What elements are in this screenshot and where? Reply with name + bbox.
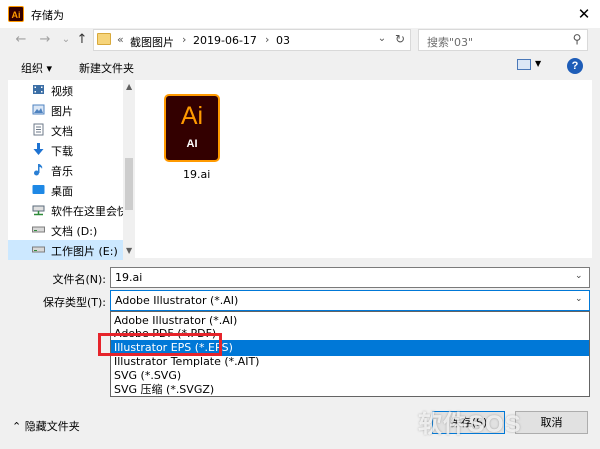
search-box[interactable]: 搜索"03" ⚲ [418,29,588,51]
scroll-up-arrow[interactable]: ▲ [126,82,132,91]
sidebar-item-drive-d[interactable]: 文档 (D:) [8,220,123,240]
recent-locations-button[interactable]: ⌄ [58,32,74,48]
download-icon [32,143,45,156]
sidebar-item-downloads[interactable]: 下载 [8,140,123,160]
filename-label: 文件名(N): [52,273,106,286]
view-options-icon[interactable] [517,59,531,70]
scrollbar-thumb[interactable] [125,158,133,210]
video-icon [32,83,45,96]
window-title: 存储为 [31,9,64,22]
sidebar-item-label: 视频 [51,85,73,98]
dropdown-option[interactable]: SVG 压缩 (*.SVGZ) [111,382,589,398]
address-bar[interactable]: « 截图图片 › 2019-06-17 › 03 ⌄ ↻ [93,29,411,51]
drive-icon [32,223,45,236]
sidebar-item-documents[interactable]: 文档 [8,120,123,140]
desktop-icon [32,183,45,196]
breadcrumb-item[interactable]: 截图图片 [130,34,174,50]
sidebar-item-label: 文档 [51,125,73,138]
ai-file-icon[interactable]: Ai AI [164,94,220,162]
scroll-down-arrow[interactable]: ▼ [126,246,132,255]
network-drive-icon [32,203,45,216]
save-type-select[interactable]: Adobe Illustrator (*.AI) ⌄ [110,290,590,311]
view-dropdown-icon[interactable]: ▼ [535,59,541,68]
breadcrumb-item[interactable]: 2019-06-17 [193,34,257,47]
sidebar-item-label: 下载 [51,145,73,158]
sidebar-item-music[interactable]: 音乐 [8,160,123,180]
address-dropdown-button[interactable]: ⌄ [374,33,390,44]
sidebar-item-label: 工作图片 (E:) [51,245,118,258]
watermark: 软件SOS [418,411,522,438]
back-button[interactable]: ← [13,32,29,48]
ai-file-icon-subtext: AI [186,138,198,150]
sidebar-item-label: 软件在这里会快 [51,205,128,218]
search-icon[interactable]: ⚲ [569,32,585,48]
sidebar-item-pictures[interactable]: 图片 [8,100,123,120]
music-icon [32,163,45,176]
hide-folders-label: 隐藏文件夹 [24,420,80,433]
organize-menu[interactable]: 组织 ▾ [21,60,52,76]
documents-icon [32,123,45,136]
title-bar: Ai 存储为 ✕ [0,0,600,28]
new-folder-button[interactable]: 新建文件夹 [79,60,134,76]
sidebar-item-videos[interactable]: 视频 [8,80,123,100]
sidebar-item-label: 桌面 [51,185,73,198]
sidebar-item-label: 图片 [51,105,73,118]
up-folder-button[interactable]: ↑ [74,32,90,48]
close-button[interactable]: ✕ [574,4,594,24]
illustrator-app-icon: Ai [8,6,24,22]
save-type-label: 保存类型(T): [42,296,106,309]
breadcrumb-separator[interactable]: › [182,33,186,46]
sidebar-item-drive-e[interactable]: 工作图片 (E:) [8,240,123,260]
help-icon[interactable]: ? [567,58,583,74]
sidebar-item-label: 文档 (D:) [51,225,98,238]
save-type-value[interactable]: Adobe Illustrator (*.AI) [115,294,238,307]
filename-input[interactable]: 19.ai [115,271,142,284]
command-toolbar: 组织 ▾ 新建文件夹 ▼ ? [0,56,600,78]
filename-field[interactable]: 19.ai ⌄ [110,267,590,288]
chevron-down-icon[interactable]: ⌄ [575,294,583,304]
sidebar-item-network-drive[interactable]: 软件在这里会快 [8,200,128,220]
chevron-up-icon: ⌃ [12,420,22,433]
navigation-pane: 视频 图片 文档 下载 音乐 桌面 软件在这里会快 文档 (D:) 工作图片 (… [8,80,135,260]
breadcrumb-separator[interactable]: › [265,33,269,46]
chevron-down-icon[interactable]: ⌄ [575,271,583,281]
file-name-label[interactable]: 19.ai [183,168,210,181]
breadcrumb-item[interactable]: 03 [276,34,290,47]
annotation-highlight-box [98,333,222,356]
drive-icon [32,243,45,256]
forward-button[interactable]: → [37,32,53,48]
sidebar-item-label: 音乐 [51,165,73,178]
ai-file-icon-text: Ai [180,102,204,130]
hide-folders-toggle[interactable]: ⌃ 隐藏文件夹 [12,418,80,434]
refresh-icon[interactable]: ↻ [392,32,408,46]
search-input[interactable]: 搜索"03" [427,34,473,50]
sidebar-item-desktop[interactable]: 桌面 [8,180,123,200]
folder-icon [97,33,111,45]
breadcrumb-overflow[interactable]: « [117,33,124,46]
file-list: Ai AI 19.ai [135,80,592,258]
pictures-icon [32,103,45,116]
cancel-button[interactable]: 取消 [515,411,588,434]
